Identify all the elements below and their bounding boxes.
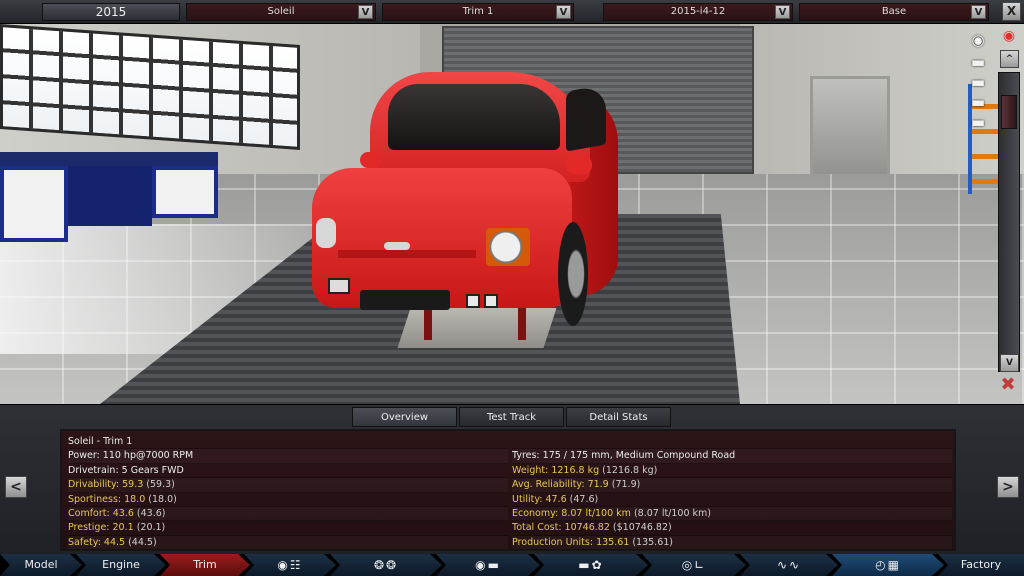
stat-economy: Economy: 8.07 lt/100 km (8.07 lt/100 km) — [512, 507, 952, 522]
nav-body[interactable]: ▬✿ — [534, 554, 648, 576]
info-panel: Overview Test Track Detail Stats Soleil … — [0, 404, 1024, 554]
close-button[interactable]: X — [1002, 2, 1021, 21]
trim-dropdown[interactable]: Trim 1 V — [382, 3, 574, 21]
variant-dropdown[interactable]: Base V — [799, 3, 989, 21]
car-top-icon[interactable]: ▬ — [962, 52, 994, 72]
year-selector[interactable]: 2015 — [42, 3, 180, 21]
car-body-fan-icon: ▬✿ — [578, 558, 604, 572]
nav-gearbox[interactable]: ◉☷ — [244, 554, 336, 576]
tab-overview[interactable]: Overview — [352, 407, 457, 427]
chassis-icon: ◉▬ — [475, 558, 501, 572]
stats-right-column: Tyres: 175 / 175 mm, Medium Compound Roa… — [512, 435, 952, 551]
workbench — [0, 152, 218, 242]
nav-chassis[interactable]: ◉▬ — [436, 554, 540, 576]
next-button[interactable]: > — [997, 476, 1019, 498]
stat-total-cost: Total Cost: 10746.82 ($10746.82) — [512, 521, 952, 536]
car-wheel — [558, 222, 588, 326]
tab-detail-stats[interactable]: Detail Stats — [566, 407, 671, 427]
car-body-icon[interactable]: ▬ — [962, 112, 994, 132]
stat-production-units: Production Units: 135.61 (135.61) — [512, 536, 952, 551]
nav-trim[interactable]: Trim — [160, 554, 250, 576]
design-nav-bar: Model Engine Trim ◉☷ ❂❂ ◉▬ ▬✿ ◎∟ ∿∿ ◴▦ F… — [0, 554, 1024, 576]
scroll-up-button[interactable]: ^ — [1000, 50, 1019, 68]
model-dropdown-value: Soleil — [267, 6, 295, 17]
eye-icon[interactable]: ◉ — [996, 28, 1022, 44]
stat-prestige: Prestige: 20.1 (20.1) — [68, 521, 508, 536]
stats-box: Soleil - Trim 1 Power: 110 hp@7000 RPM D… — [60, 429, 956, 551]
car-headlight-right — [486, 228, 530, 266]
wheels-icon: ❂❂ — [373, 558, 399, 572]
scroll-down-button[interactable]: V — [1000, 354, 1019, 372]
stat-comfort: Comfort: 43.6 (43.6) — [68, 507, 508, 522]
stat-utility: Utility: 47.6 (47.6) — [512, 493, 952, 507]
model-dropdown[interactable]: Soleil V — [186, 3, 376, 21]
stat-safety: Safety: 44.5 (44.5) — [68, 536, 508, 551]
nav-model[interactable]: Model — [0, 554, 82, 576]
engine-dropdown-chevron-icon[interactable]: V — [775, 5, 790, 19]
variant-dropdown-value: Base — [881, 6, 907, 17]
stat-drivetrain: Drivetrain: 5 Gears FWD — [68, 464, 508, 479]
trim-dropdown-chevron-icon[interactable]: V — [556, 5, 571, 19]
car-viewport[interactable]: ◉ ▬ ▬ ▬ ▬ ◉ ^ V ✖ — [0, 24, 1024, 404]
stats-left-column: Soleil - Trim 1 Power: 110 hp@7000 RPM D… — [68, 435, 508, 551]
model-dropdown-chevron-icon[interactable]: V — [358, 5, 373, 19]
stat-reliability: Avg. Reliability: 71.9 (71.9) — [512, 478, 952, 493]
trim-dropdown-value: Trim 1 — [462, 6, 494, 17]
garage-side-door — [810, 76, 890, 186]
nav-wheels[interactable]: ❂❂ — [330, 554, 442, 576]
nav-suspension[interactable]: ∿∿ — [740, 554, 838, 576]
car-front-icon[interactable]: ▬ — [962, 92, 994, 112]
scrollbar-thumb[interactable] — [1001, 95, 1017, 129]
stat-power: Power: 110 hp@7000 RPM — [68, 449, 508, 464]
engine-dropdown[interactable]: 2015-i4-12 V — [603, 3, 793, 21]
stat-drivability: Drivability: 59.3 (59.3) — [68, 478, 508, 493]
previous-button[interactable]: < — [5, 476, 27, 498]
variant-dropdown-chevron-icon[interactable]: V — [971, 5, 986, 19]
stat-sportiness: Sportiness: 18.0 (18.0) — [68, 493, 508, 507]
top-bar: 2015 Soleil V Trim 1 V 2015-i4-12 V Base… — [0, 0, 1024, 24]
reset-view-icon[interactable]: ✖ — [996, 374, 1020, 396]
car-windshield — [388, 84, 560, 150]
car-badge — [384, 242, 410, 250]
stat-tyres: Tyres: 175 / 175 mm, Medium Compound Roa… — [512, 449, 952, 464]
car-headlight-left — [316, 218, 336, 248]
nav-engine[interactable]: Engine — [76, 554, 166, 576]
steering-seat-icon: ◎∟ — [681, 558, 707, 572]
nav-testing[interactable]: ◴▦ — [832, 554, 944, 576]
car-side-icon[interactable]: ▬ — [962, 72, 994, 92]
info-tabs: Overview Test Track Detail Stats — [352, 407, 671, 427]
suspension-icon: ∿∿ — [776, 558, 802, 572]
tab-test-track[interactable]: Test Track — [459, 407, 564, 427]
nav-interior[interactable]: ◎∟ — [642, 554, 746, 576]
gauge-flag-icon: ◴▦ — [875, 558, 901, 572]
stat-weight: Weight: 1216.8 kg (1216.8 kg) — [512, 464, 952, 479]
stats-title: Soleil - Trim 1 — [68, 435, 508, 450]
view-scrollbar[interactable] — [998, 72, 1020, 372]
engine-dropdown-value: 2015-i4-12 — [670, 6, 726, 17]
camera-icon[interactable]: ◉ — [962, 30, 994, 50]
nav-factory[interactable]: Factory — [938, 554, 1024, 576]
car-model[interactable] — [312, 72, 618, 328]
gearbox-icon: ◉☷ — [277, 558, 303, 572]
garage-window — [0, 24, 300, 150]
